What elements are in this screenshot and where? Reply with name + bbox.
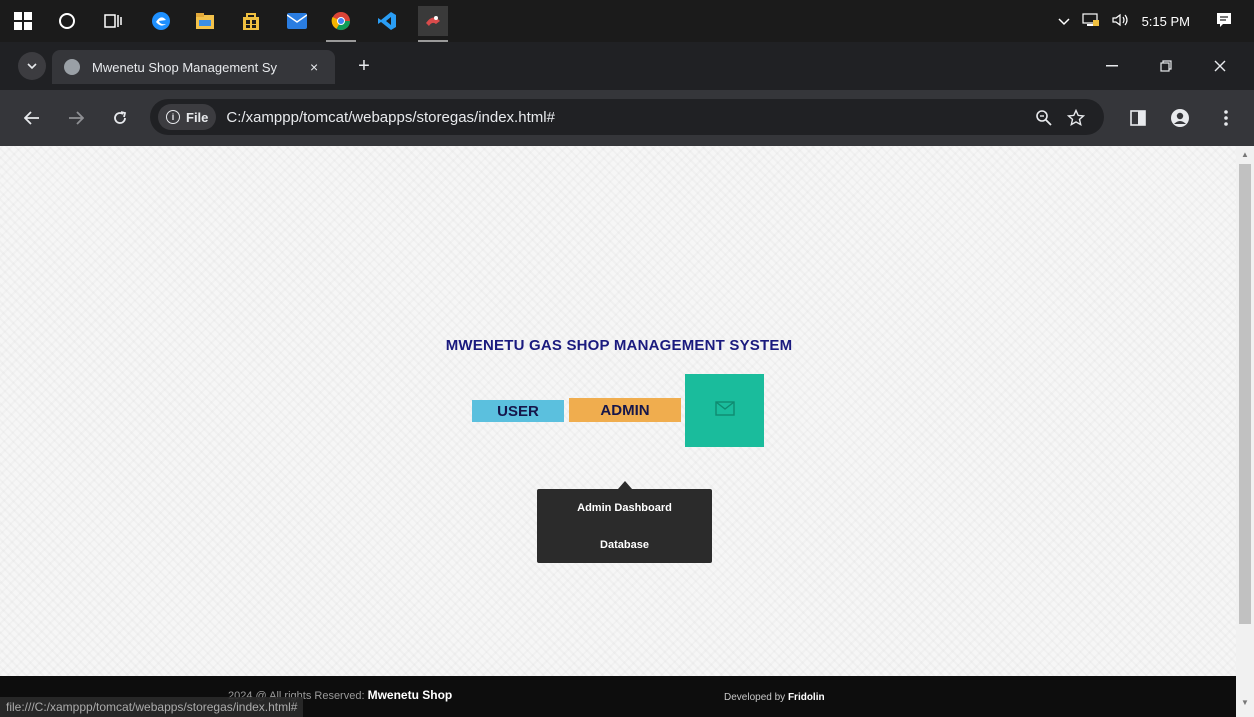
search-circle-icon[interactable]	[52, 6, 82, 36]
side-panel-icon[interactable]	[1126, 106, 1150, 130]
info-icon: i	[166, 110, 180, 124]
tab-close-icon[interactable]: ×	[310, 59, 318, 75]
restore-icon[interactable]	[1146, 52, 1186, 80]
clock[interactable]: 5:15 PM	[1142, 14, 1190, 29]
system-tray: 5:15 PM	[1058, 0, 1254, 42]
page-title: MWENETU GAS SHOP MANAGEMENT SYSTEM	[445, 337, 793, 354]
windows-start-icon[interactable]	[8, 6, 38, 36]
site-info-chip[interactable]: i File	[158, 104, 217, 130]
file-explorer-icon[interactable]	[190, 6, 220, 36]
new-tab-button[interactable]: +	[350, 52, 378, 80]
task-view-icon[interactable]	[98, 6, 128, 36]
reload-icon[interactable]	[106, 104, 134, 132]
store-icon[interactable]	[236, 6, 266, 36]
forward-arrow-icon[interactable]	[62, 104, 90, 132]
file-chip-label: File	[186, 109, 209, 125]
admin-button[interactable]: ADMIN	[569, 398, 681, 422]
menu-item-database[interactable]: Database	[537, 526, 712, 563]
url-text[interactable]: C:/xamppp/tomcat/webapps/storegas/index.…	[226, 109, 555, 126]
scroll-up-icon[interactable]: ▲	[1240, 150, 1250, 160]
dropdown-caret	[618, 481, 632, 489]
footer-developer: Developed by Fridolin	[724, 692, 825, 703]
envelope-icon	[714, 400, 735, 421]
tab-title: Mwenetu Shop Management Sy	[92, 59, 277, 75]
app-icon[interactable]	[418, 6, 448, 36]
vscode-icon[interactable]	[372, 6, 402, 36]
chrome-icon[interactable]	[326, 6, 356, 36]
bookmark-star-icon[interactable]	[1064, 106, 1088, 130]
notification-icon[interactable]	[1216, 12, 1232, 31]
developer-name: Fridolin	[787, 692, 825, 703]
zoom-icon[interactable]	[1032, 106, 1056, 130]
status-bar-url: file:///C:/xamppp/tomcat/webapps/storega…	[0, 697, 304, 717]
close-window-icon[interactable]	[1200, 52, 1240, 80]
minimize-icon[interactable]	[1092, 52, 1132, 80]
edge-icon[interactable]	[146, 6, 176, 36]
developed-by-text: Developed by	[724, 692, 786, 703]
globe-icon	[64, 59, 80, 75]
mail-icon[interactable]	[282, 6, 312, 36]
more-menu-icon[interactable]	[1214, 106, 1238, 130]
browser-tab[interactable]: Mwenetu Shop Management Sy ×	[52, 50, 335, 84]
back-arrow-icon[interactable]	[18, 104, 46, 132]
menu-item-admin-dashboard[interactable]: Admin Dashboard	[537, 489, 712, 526]
scroll-down-icon[interactable]: ▼	[1240, 698, 1250, 708]
tab-search-chevron-icon[interactable]	[18, 52, 46, 80]
page-scrollbar[interactable]: ▲ ▼	[1236, 146, 1254, 717]
windows-taskbar: 5:15 PM	[0, 0, 1254, 42]
chevron-up-icon[interactable]	[1058, 14, 1070, 29]
scroll-thumb[interactable]	[1239, 164, 1251, 624]
address-bar[interactable]: i File C:/xamppp/tomcat/webapps/storegas…	[150, 99, 1104, 135]
shop-name: Mwenetu Shop	[367, 688, 453, 702]
admin-dropdown-menu: Admin Dashboard Database	[537, 489, 712, 563]
volume-icon[interactable]	[1111, 13, 1130, 30]
mail-button[interactable]	[685, 374, 764, 447]
user-button[interactable]: USER	[472, 400, 564, 422]
profile-icon[interactable]	[1168, 106, 1192, 130]
network-icon[interactable]	[1081, 12, 1100, 30]
